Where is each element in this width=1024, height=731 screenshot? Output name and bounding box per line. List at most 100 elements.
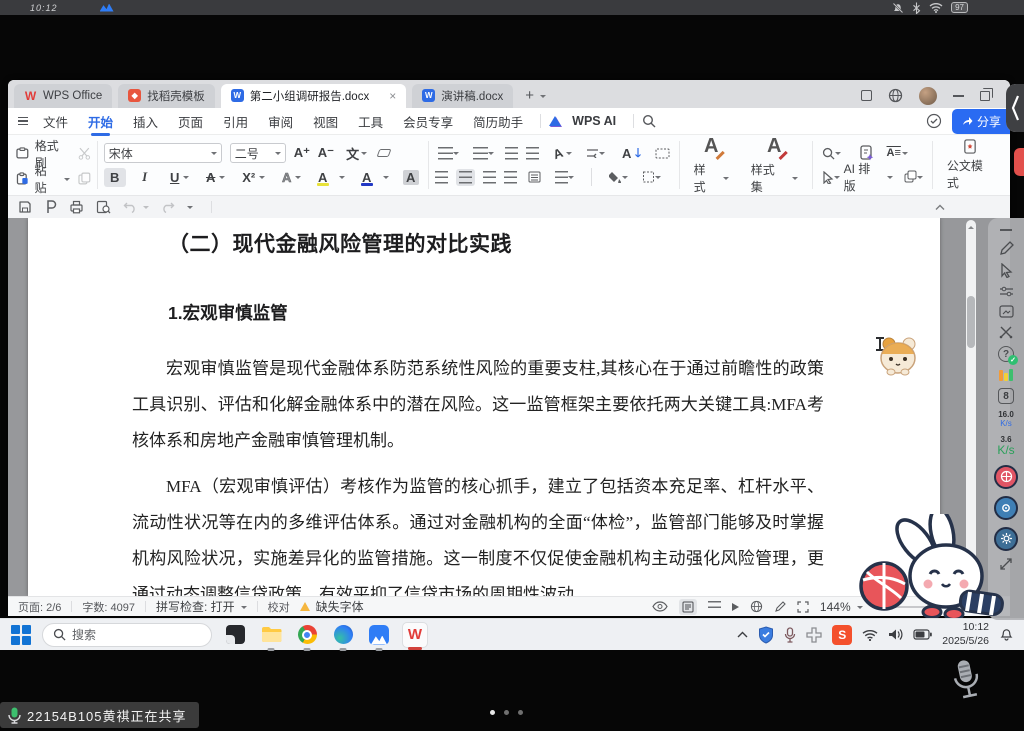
numbered-list-button[interactable] [470, 145, 497, 162]
align-tool-button[interactable]: A≡ [883, 145, 911, 161]
find-button[interactable] [819, 145, 844, 162]
superscript-button[interactable]: X² [236, 168, 268, 187]
spellcheck-toggle[interactable]: 拼写检查: 打开 [156, 598, 247, 615]
bullet-list-button[interactable] [435, 145, 462, 162]
scrollbar-thumb[interactable] [967, 296, 975, 348]
menu-resume-assistant[interactable]: 简历助手 [464, 109, 532, 134]
red-floating-tab[interactable] [1014, 148, 1024, 176]
customize-quickbar-chevron[interactable] [187, 206, 193, 212]
screen-sharing-banner[interactable]: 22154B105黄祺正在共享 [0, 702, 199, 728]
styles-button[interactable]: A 样式 [686, 135, 737, 195]
document-page[interactable]: （二）现代金融风险管理的对比实践 1.宏观审慎监管 宏观审慎监管是现代金融体系防… [28, 218, 940, 596]
s-app-tray-icon[interactable]: S [832, 625, 852, 645]
tray-clock[interactable]: 10:12 2025/5/26 [942, 621, 989, 647]
search-icon[interactable] [642, 114, 656, 128]
style-set-button[interactable]: A 样式集 [743, 135, 806, 195]
record-circle-button[interactable] [994, 465, 1018, 489]
magic-tools-icon[interactable] [999, 325, 1013, 339]
security-shield-icon[interactable] [758, 626, 774, 644]
taskbar-search[interactable] [42, 623, 212, 647]
notification-bell-icon[interactable] [999, 627, 1014, 642]
export-pdf-icon[interactable] [44, 200, 57, 214]
cut-icon[interactable] [78, 147, 91, 160]
character-shading-button[interactable]: A [400, 168, 422, 187]
menu-review[interactable]: 审阅 [259, 109, 302, 134]
decrease-indent-button[interactable] [505, 147, 518, 160]
zoom-level[interactable]: 144% [820, 600, 863, 614]
tab-stops-button[interactable] [652, 146, 673, 161]
close-tab-icon[interactable]: × [389, 89, 396, 103]
menu-view[interactable]: 视图 [304, 109, 347, 134]
speaker-tray-icon[interactable] [888, 628, 903, 641]
palette-minimize-button[interactable] [1000, 229, 1012, 231]
tab-document-active[interactable]: W 第二小组调研报告.docx × [221, 84, 407, 108]
align-right-button[interactable] [483, 171, 496, 184]
outline-view-button[interactable] [708, 601, 721, 612]
scroll-up-arrow[interactable] [968, 223, 974, 229]
bold-button[interactable]: B [104, 168, 126, 187]
remote-control-icon[interactable] [806, 627, 822, 643]
performance-meter-icon[interactable] [999, 369, 1013, 381]
help-button[interactable]: ?✓ [998, 346, 1014, 362]
collapse-ribbon-button[interactable] [934, 203, 946, 211]
pointer-arrow-icon[interactable] [1000, 263, 1013, 278]
new-tab-button[interactable]: + [525, 87, 534, 104]
text-tool-button[interactable]: 文 [342, 142, 370, 165]
start-button[interactable] [10, 624, 32, 646]
taskbar-chrome[interactable] [294, 622, 320, 648]
missing-font-warning[interactable]: 缺失字体 [300, 598, 364, 615]
strikethrough-button[interactable]: A [200, 168, 228, 187]
battery-tray-icon[interactable] [913, 629, 932, 640]
save-icon[interactable] [18, 200, 32, 214]
taskbar-edge[interactable] [330, 622, 356, 648]
tab-docer-templates[interactable]: ◆ 找稻壳模板 [118, 84, 215, 108]
word-count[interactable]: 字数: 4097 [82, 599, 135, 615]
user-avatar[interactable] [919, 87, 937, 105]
tab-wps-home[interactable]: W WPS Office [14, 84, 112, 108]
web-view-button[interactable] [750, 600, 763, 613]
annotate-pen-icon[interactable] [999, 241, 1014, 256]
shrink-font-button[interactable]: A⁻ [318, 145, 334, 161]
ai-layout-button[interactable]: AI 排版 [844, 160, 893, 194]
search-input[interactable] [72, 628, 182, 642]
line-spacing-button[interactable] [552, 169, 577, 186]
menu-insert[interactable]: 插入 [124, 109, 167, 134]
edit-pen-button[interactable] [774, 601, 786, 613]
menu-page[interactable]: 页面 [169, 109, 212, 134]
highlight-color-button[interactable]: A [312, 167, 348, 188]
taskbar-notebook-app[interactable] [222, 622, 248, 648]
settings-sliders-icon[interactable] [999, 285, 1014, 298]
official-doc-mode-button[interactable]: 公文模式 [939, 139, 1002, 191]
arrange-layers-button[interactable] [901, 168, 926, 185]
read-mode-button[interactable] [732, 603, 739, 611]
tab-list-chevron-icon[interactable] [540, 95, 546, 101]
eye-protect-icon[interactable] [652, 601, 668, 612]
taskbar-meeting-app[interactable] [366, 622, 392, 648]
paste-button[interactable]: 粘贴 [16, 162, 70, 196]
menu-wps-ai[interactable]: WPS AI [563, 111, 625, 131]
microphone-tray-icon[interactable] [784, 627, 796, 643]
shading-button[interactable] [606, 169, 631, 185]
undo-button[interactable] [123, 201, 149, 213]
tab-document-2[interactable]: W 演讲稿.docx [412, 84, 513, 108]
grow-font-button[interactable]: A⁺ [294, 145, 310, 161]
protect-check-icon[interactable] [926, 113, 942, 129]
distribute-button[interactable] [525, 169, 544, 185]
sort-button[interactable]: A [616, 144, 644, 163]
print-preview-icon[interactable] [96, 200, 111, 214]
page-view-button[interactable] [679, 599, 697, 615]
wifi-tray-icon[interactable] [862, 629, 878, 641]
restore-window-button[interactable] [980, 91, 990, 101]
tab-layout-icon[interactable] [861, 90, 872, 101]
redo-button[interactable] [161, 201, 175, 213]
select-button[interactable] [819, 169, 843, 186]
globe-icon[interactable] [888, 88, 903, 103]
align-left-button[interactable] [435, 171, 448, 184]
increase-indent-button[interactable] [526, 147, 539, 160]
menu-reference[interactable]: 引用 [214, 109, 257, 134]
fullscreen-button[interactable] [797, 601, 809, 613]
image-annotate-icon[interactable] [999, 305, 1014, 318]
font-size-combo[interactable]: 二号 [230, 143, 286, 163]
print-icon[interactable] [69, 200, 84, 214]
clear-format-icon[interactable] [376, 149, 391, 157]
